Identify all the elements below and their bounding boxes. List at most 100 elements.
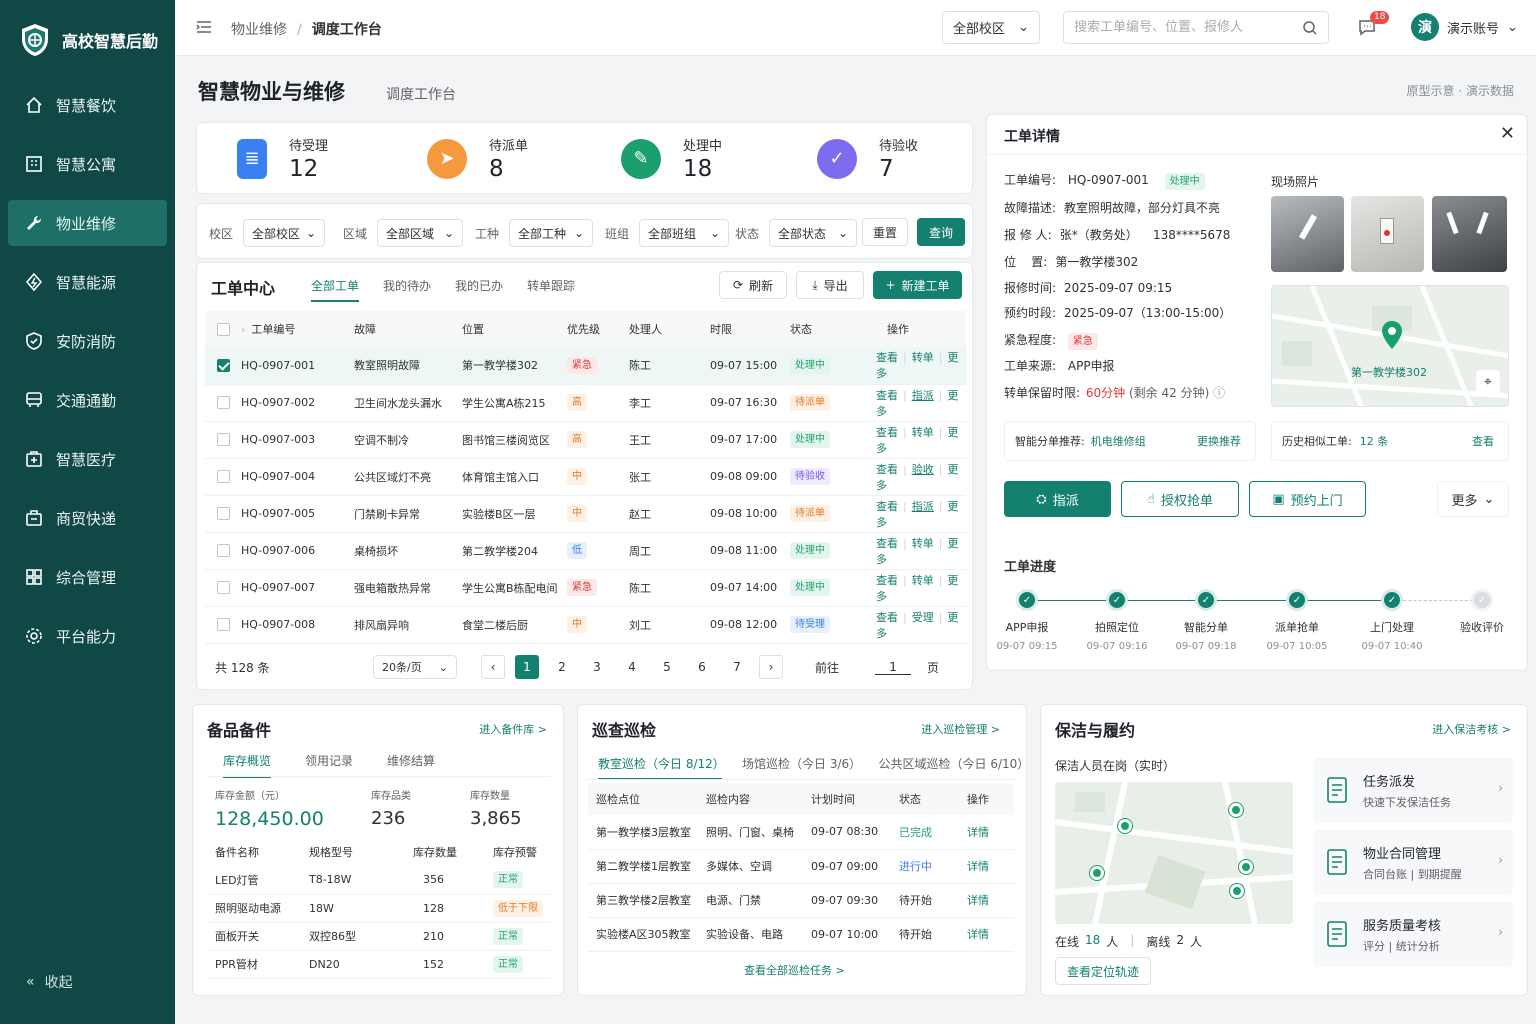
staff-location-pin-icon[interactable] (1239, 860, 1253, 874)
sidebar-item-1[interactable]: 智慧公寓 (8, 141, 167, 187)
stat-1[interactable]: ➤ 待派单 8 (427, 135, 528, 182)
table-row[interactable]: HQ-0907-002 卫生间水龙头漏水 学生公寓A栋215 高 李工 09-0… (205, 384, 966, 422)
locate-icon[interactable]: ⌖ (1476, 370, 1500, 394)
sidebar-item-0[interactable]: 智慧餐饮 (8, 82, 167, 128)
page-size-select[interactable]: 20条/页 ⌄ (373, 655, 457, 679)
view-link[interactable]: 查看 (876, 351, 898, 364)
view-link[interactable]: 查看 (876, 389, 898, 402)
table-row[interactable]: 实验楼A区305教室 实验设备、电路 09-07 10:00 待开始 详情 (588, 917, 1014, 952)
view-link[interactable]: 查看 (876, 611, 898, 624)
staff-location-pin-icon[interactable] (1090, 866, 1104, 880)
staff-location-pin-icon[interactable] (1230, 884, 1244, 898)
tab-3[interactable]: 转单跟踪 (527, 277, 575, 302)
page-button[interactable]: 3 (585, 655, 609, 679)
view-link[interactable]: 查看 (876, 537, 898, 550)
info-icon[interactable]: ⓘ (1213, 386, 1225, 400)
goto-page-input[interactable]: 1 (875, 660, 912, 675)
tab-0[interactable]: 全部工单 (311, 277, 360, 302)
table-row[interactable]: HQ-0907-003 空调不制冷 图书馆三楼阅览区 高 王工 09-07 17… (205, 421, 966, 459)
select-all-checkbox[interactable] (217, 322, 230, 336)
refresh-button[interactable]: ⟳ 刷新 (719, 271, 787, 299)
cleaning-link[interactable]: 进入保洁考核 > (1432, 721, 1511, 737)
sidebar-item-6[interactable]: 智慧医疗 (8, 436, 167, 482)
table-row[interactable]: 第一教学楼3层教室 照明、门窗、桌椅 09-07 08:30 已完成 详情 (588, 815, 1014, 850)
spare-tab-2[interactable]: 维修结算 (387, 752, 435, 778)
table-row[interactable]: HQ-0907-004 公共区域灯不亮 体育馆主馆入口 中 张工 09-08 0… (205, 458, 966, 496)
stat-0[interactable]: ≣ 待受理 12 (237, 135, 328, 182)
detail-link[interactable]: 详情 (967, 815, 1014, 850)
tab-2[interactable]: 我的已办 (455, 277, 503, 302)
staff-map[interactable] (1055, 782, 1293, 924)
page-button[interactable]: 1 (515, 655, 539, 679)
site-photo[interactable] (1271, 196, 1344, 272)
app-logo[interactable]: 高校智慧后勤 (0, 0, 175, 80)
export-button[interactable]: ⤓ 导出 (796, 271, 864, 299)
prev-page-button[interactable]: ‹ (481, 655, 505, 679)
filter-select[interactable]: 全部班组 ⌄ (639, 219, 730, 247)
menu-toggle-icon[interactable] (195, 18, 213, 36)
view-track-button[interactable]: 查看定位轨迹 (1055, 957, 1151, 985)
location-map[interactable]: 第一教学楼302 ⌖ (1271, 285, 1509, 407)
action-link[interactable]: 转单 (912, 351, 934, 364)
detail-link[interactable]: 详情 (967, 883, 1014, 918)
stat-2[interactable]: ✎ 处理中 18 (621, 135, 722, 182)
row-checkbox[interactable] (217, 396, 230, 410)
sidebar-item-3[interactable]: 智慧能源 (8, 259, 167, 305)
row-checkbox[interactable] (217, 433, 230, 447)
table-row[interactable]: 第三教学楼2层教室 电源、门禁 09-07 09:30 待开始 详情 (588, 883, 1014, 918)
change-recommendation-link[interactable]: 更换推荐 (1197, 433, 1241, 449)
view-history-link[interactable]: 查看 (1472, 433, 1494, 449)
tab-1[interactable]: 我的待办 (383, 277, 431, 302)
view-link[interactable]: 查看 (876, 500, 898, 513)
breadcrumb-item[interactable]: 物业维修 (231, 22, 287, 38)
page-button[interactable]: 4 (620, 655, 644, 679)
search-input[interactable] (1064, 12, 1284, 43)
query-button[interactable]: 查询 (917, 218, 965, 246)
more-button[interactable]: 更多 ⌄ (1437, 481, 1509, 517)
staff-location-pin-icon[interactable] (1118, 819, 1132, 833)
sidebar-item-8[interactable]: 综合管理 (8, 554, 167, 600)
assign-button[interactable]: ⛭ 指派 (1004, 481, 1111, 517)
table-row[interactable]: PPR管材 DN20 152 正常 (207, 950, 551, 979)
staff-location-pin-icon[interactable] (1229, 803, 1243, 817)
row-checkbox[interactable] (217, 581, 230, 595)
view-link[interactable]: 查看 (876, 574, 898, 587)
action-link[interactable]: 指派 (912, 389, 934, 402)
patrol-link[interactable]: 进入巡检管理 > (921, 721, 1000, 737)
table-row[interactable]: HQ-0907-007 强电箱散热异常 学生公寓B栋配电间 紧急 陈工 09-0… (205, 569, 966, 607)
detail-link[interactable]: 详情 (967, 849, 1014, 884)
row-checkbox[interactable] (217, 359, 230, 372)
patrol-tab-0[interactable]: 教室巡检（今日 8/12） (598, 755, 725, 780)
row-checkbox[interactable] (217, 507, 230, 521)
filter-select[interactable]: 全部区域 ⌄ (377, 219, 464, 247)
spare-parts-link[interactable]: 进入备件库 > (479, 721, 547, 737)
action-link[interactable]: 受理 (912, 611, 934, 624)
grab-order-button[interactable]: ☝ 授权抢单 (1121, 481, 1239, 517)
filter-select[interactable]: 全部工种 ⌄ (509, 219, 594, 247)
page-button[interactable]: 7 (725, 655, 749, 679)
table-row[interactable]: HQ-0907-005 门禁刷卡异常 实验楼B区一层 中 赵工 09-08 10… (205, 495, 966, 533)
page-button[interactable]: 2 (550, 655, 574, 679)
table-row[interactable]: HQ-0907-001 教室照明故障 第一教学楼302 紧急 陈工 09-07 … (205, 347, 966, 385)
create-order-button[interactable]: + 新建工单 (873, 271, 962, 299)
service-card-0[interactable]: 任务派发 快速下发保洁任务 › (1313, 757, 1513, 823)
site-photo[interactable] (1432, 196, 1507, 272)
next-page-button[interactable]: › (759, 655, 783, 679)
table-row[interactable]: HQ-0907-006 桌椅损坏 第二教学楼204 低 周工 09-08 11:… (205, 532, 966, 570)
row-checkbox[interactable] (217, 470, 230, 484)
message-button[interactable]: 18 (1357, 11, 1390, 40)
table-row[interactable]: LED灯管 T8-18W 356 正常 (207, 866, 551, 895)
reset-button[interactable]: 重置 (862, 218, 908, 246)
search-icon[interactable] (1302, 20, 1318, 36)
detail-link[interactable]: 详情 (967, 917, 1014, 952)
close-icon[interactable]: ✕ (1500, 123, 1515, 144)
row-checkbox[interactable] (217, 544, 230, 558)
campus-select[interactable]: 全部校区 ⌄ (942, 11, 1040, 44)
table-row[interactable]: 面板开关 双控86型 210 正常 (207, 922, 551, 951)
patrol-tab-2[interactable]: 公共区域巡检（今日 6/10） (879, 755, 1030, 780)
stat-3[interactable]: ✓ 待验收 7 (817, 135, 918, 182)
page-button[interactable]: 5 (655, 655, 679, 679)
service-card-1[interactable]: 物业合同管理 合同台账 | 到期提醒 › (1313, 829, 1513, 895)
collapse-button[interactable]: « 收起 (26, 972, 73, 992)
filter-select[interactable]: 全部校区 ⌄ (243, 219, 326, 247)
